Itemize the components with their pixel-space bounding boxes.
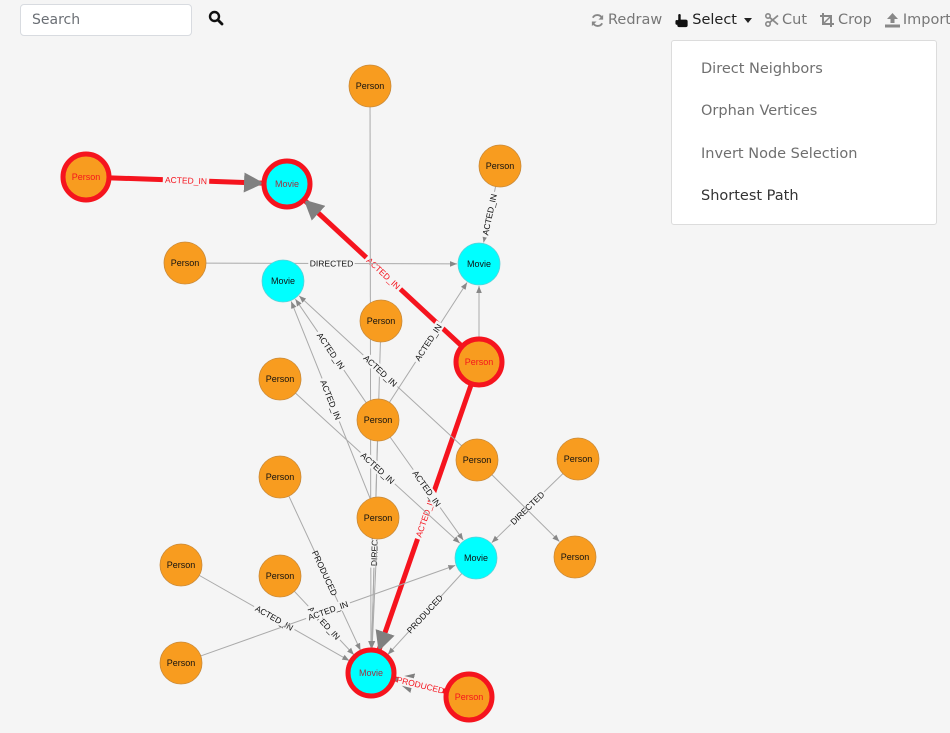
person-node[interactable]: Person — [60, 151, 112, 203]
edge-label: PRODUCED — [310, 549, 340, 597]
edge[interactable]: DIRECTED — [205, 258, 458, 269]
person-node[interactable]: Person — [553, 535, 597, 579]
node-label: Movie — [359, 668, 383, 678]
node-label: Movie — [271, 276, 295, 286]
node-label: Person — [486, 161, 515, 171]
node-label: Person — [266, 472, 295, 482]
person-node[interactable]: Person — [453, 336, 505, 388]
node-label: Person — [561, 552, 590, 562]
edge-label: ACTED_IN — [413, 322, 444, 363]
edge-label: ACTED_IN — [165, 175, 207, 186]
edge-label: ACTED_IN — [318, 379, 343, 422]
node-label: Movie — [275, 179, 299, 189]
edge-label: ACTED_IN — [315, 331, 347, 371]
node-label: Movie — [464, 553, 488, 563]
person-node[interactable]: Person — [159, 543, 203, 587]
node-label: Person — [266, 571, 295, 581]
edges-layer: ACTED_IN ACTED_IN ACTED_IN PRODUCED ACTED_IN… — [109, 106, 564, 696]
person-node[interactable]: Person — [258, 455, 302, 499]
edge[interactable]: ACTED_IN — [109, 172, 265, 193]
person-node[interactable]: Person — [556, 437, 600, 481]
node-label: Movie — [467, 259, 491, 269]
node-label: Person — [455, 692, 484, 702]
node-label: Person — [167, 560, 196, 570]
edge-label: DIRECTED — [508, 489, 546, 526]
graph-canvas[interactable]: ACTED_IN ACTED_IN ACTED_IN PRODUCED ACTED_IN… — [0, 0, 950, 733]
movie-node[interactable]: Movie — [454, 536, 498, 580]
edge[interactable]: DIRECTED — [491, 473, 564, 544]
node-label: Person — [72, 172, 101, 182]
movie-node[interactable]: Movie — [457, 242, 501, 286]
node-label: Person — [463, 455, 492, 465]
person-node[interactable]: Person — [443, 671, 495, 723]
node-label: Person — [465, 357, 494, 367]
person-node[interactable]: Person — [258, 357, 302, 401]
edge-label: PRODUCED — [405, 593, 445, 636]
person-node[interactable]: Person — [455, 438, 499, 482]
node-label: Person — [564, 454, 593, 464]
person-node[interactable]: Person — [356, 398, 400, 442]
edge[interactable]: PRODUCED — [393, 673, 447, 696]
node-label: Person — [171, 258, 200, 268]
node-label: Person — [167, 658, 196, 668]
edge-line[interactable] — [491, 474, 560, 542]
edge-label: ACTED_IN — [254, 603, 295, 632]
edge-label: PRODUCED — [396, 674, 446, 695]
person-node[interactable]: Person — [163, 241, 207, 285]
node-label: Person — [364, 513, 393, 523]
node-label: Person — [364, 415, 393, 425]
node-label: Person — [266, 374, 295, 384]
person-node[interactable]: Person — [356, 496, 400, 540]
movie-node[interactable]: Movie — [261, 259, 305, 303]
edge[interactable]: ACTED_IN — [479, 186, 500, 243]
edge-label: ACTED_IN — [480, 193, 499, 236]
node-label: Person — [367, 316, 396, 326]
person-node[interactable]: Person — [348, 64, 392, 108]
edge-label: DIRECTED — [310, 258, 353, 268]
person-node[interactable]: Person — [478, 144, 522, 188]
movie-node[interactable]: Movie — [345, 647, 397, 699]
movie-node[interactable]: Movie — [261, 158, 313, 210]
person-node[interactable]: Person — [359, 299, 403, 343]
node-label: Person — [356, 81, 385, 91]
person-node[interactable]: Person — [159, 641, 203, 685]
person-node[interactable]: Person — [258, 554, 302, 598]
edge[interactable] — [491, 474, 560, 542]
